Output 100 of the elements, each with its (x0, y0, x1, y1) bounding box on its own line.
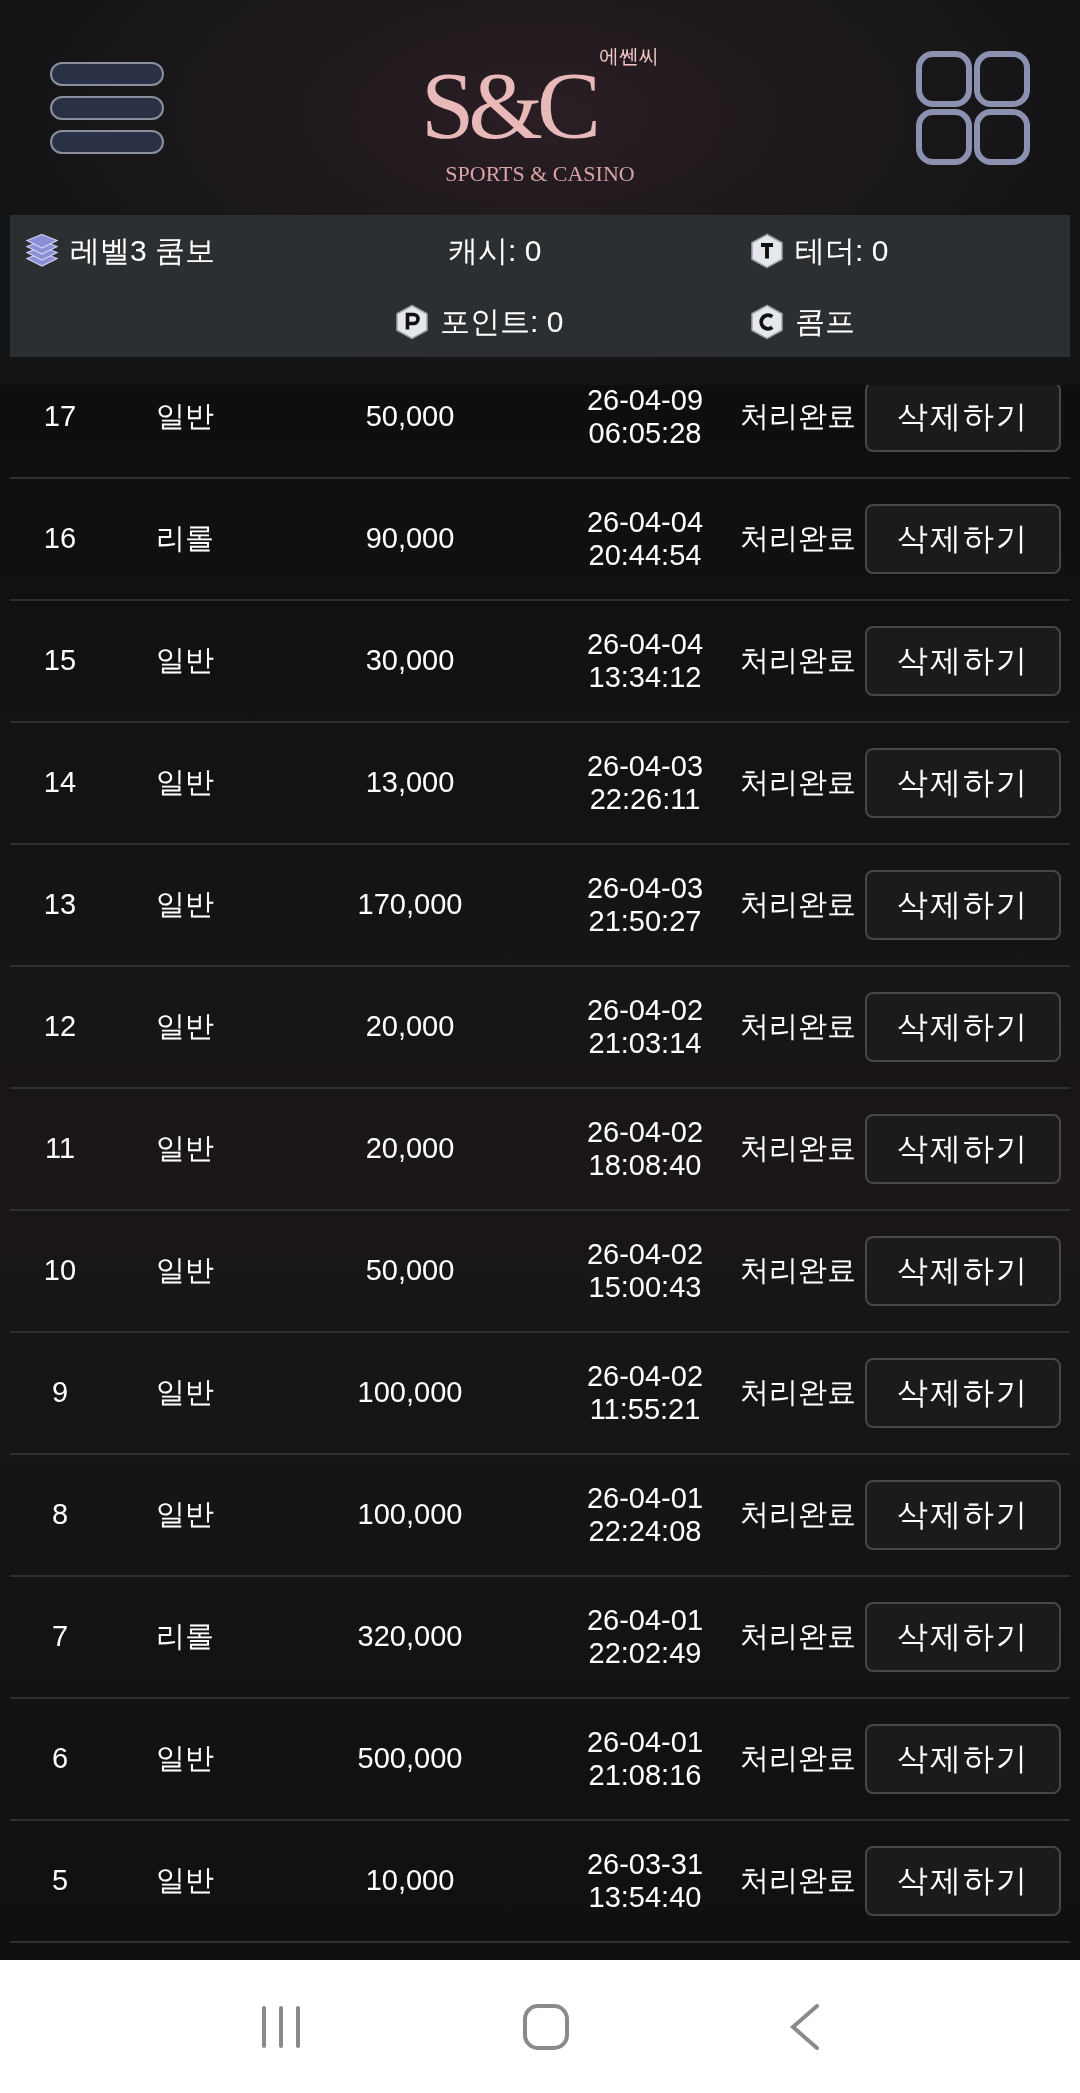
row-time: 21:08:16 (588, 1759, 702, 1793)
row-type: 일반 (155, 1131, 215, 1167)
row-number: 11 (43, 1131, 77, 1167)
delete-button[interactable]: 삭제하기 (865, 1358, 1061, 1428)
row-number: 14 (42, 765, 78, 801)
row-amount: 90,000 (364, 521, 456, 557)
delete-button[interactable]: 삭제하기 (865, 1846, 1061, 1916)
row-status: 처리완료 (738, 1375, 857, 1411)
row-date: 26-04-03 (586, 749, 704, 783)
delete-button[interactable]: 삭제하기 (865, 385, 1061, 452)
row-date: 26-04-03 (586, 871, 704, 905)
row-amount: 13,000 (364, 765, 456, 801)
row-status: 처리완료 (738, 887, 857, 923)
row-number: 5 (50, 1863, 70, 1899)
back-icon[interactable] (789, 2003, 820, 2050)
row-amount: 20,000 (364, 1009, 456, 1045)
row-number: 6 (50, 1741, 70, 1777)
delete-button[interactable]: 삭제하기 (865, 1724, 1061, 1794)
row-number: 7 (50, 1619, 70, 1655)
row-number: 8 (50, 1497, 70, 1533)
home-icon[interactable] (523, 2003, 569, 2050)
row-time: 22:26:11 (589, 783, 701, 817)
delete-button[interactable]: 삭제하기 (865, 870, 1061, 940)
delete-button[interactable]: 삭제하기 (865, 1114, 1061, 1184)
row-type: 리롤 (155, 521, 215, 557)
row-amount: 170,000 (356, 887, 464, 923)
row-type: 일반 (155, 1253, 215, 1289)
cash-label: 캐시: 0 (447, 233, 543, 269)
row-time: 13:34:12 (588, 661, 702, 695)
recent-apps-icon[interactable] (260, 2004, 303, 2049)
row-type: 일반 (155, 1497, 215, 1533)
row-time: 15:00:43 (588, 1271, 702, 1305)
comp-label: 콤프 (795, 304, 855, 340)
tether-icon (749, 232, 785, 269)
row-amount: 100,000 (356, 1375, 464, 1411)
grid-icon[interactable] (916, 50, 1030, 165)
row-status: 처리완료 (738, 1497, 857, 1533)
delete-button[interactable]: 삭제하기 (865, 992, 1061, 1062)
row-type: 일반 (155, 1009, 215, 1045)
row-type: 일반 (155, 765, 215, 801)
row-status: 처리완료 (738, 1131, 857, 1167)
row-time: 21:03:14 (588, 1027, 702, 1061)
row-number: 13 (42, 887, 78, 923)
row-status: 처리완료 (738, 643, 857, 679)
row-number: 12 (42, 1009, 78, 1045)
row-date: 26-04-04 (586, 627, 704, 661)
row-amount: 100,000 (356, 1497, 464, 1533)
row-number: 10 (42, 1253, 78, 1289)
row-time: 06:05:28 (588, 417, 702, 451)
row-time: 20:44:54 (588, 539, 702, 573)
row-type: 일반 (155, 1741, 215, 1777)
menu-icon[interactable] (50, 61, 164, 154)
row-status: 처리완료 (738, 399, 857, 435)
logo-mark: S&C (420, 62, 596, 150)
row-date: 26-03-31 (586, 1847, 704, 1881)
row-date: 26-04-01 (586, 1603, 704, 1637)
row-amount: 30,000 (364, 643, 456, 679)
row-status: 처리완료 (738, 1253, 857, 1289)
row-type: 일반 (155, 1863, 215, 1899)
row-date: 26-04-02 (586, 1115, 704, 1149)
row-time: 22:02:49 (588, 1637, 702, 1671)
comp-icon (749, 303, 785, 340)
row-type: 리롤 (155, 1619, 215, 1655)
row-amount: 20,000 (364, 1131, 456, 1167)
delete-button[interactable]: 삭제하기 (865, 626, 1061, 696)
row-status: 처리완료 (738, 1741, 857, 1777)
row-amount: 50,000 (364, 1253, 456, 1289)
logo-tagline: SPORTS & CASINO (445, 160, 635, 189)
row-date: 26-04-02 (586, 1237, 704, 1271)
row-date: 26-04-02 (586, 1359, 704, 1393)
level-label: 레벨3 쿰보 (70, 233, 216, 269)
row-status: 처리완료 (738, 1619, 857, 1655)
layers-icon (24, 232, 60, 269)
row-date: 26-04-04 (586, 505, 704, 539)
row-number: 15 (42, 643, 78, 679)
row-amount: 320,000 (356, 1619, 464, 1655)
delete-button[interactable]: 삭제하기 (865, 1480, 1061, 1550)
row-type: 일반 (155, 887, 215, 923)
row-amount: 500,000 (356, 1741, 464, 1777)
delete-button[interactable]: 삭제하기 (865, 1602, 1061, 1672)
row-time: 13:54:40 (588, 1881, 702, 1915)
delete-button[interactable]: 삭제하기 (865, 748, 1061, 818)
point-icon (394, 303, 430, 340)
row-date: 26-04-09 (586, 385, 704, 417)
row-number: 9 (50, 1375, 70, 1411)
delete-button[interactable]: 삭제하기 (865, 1236, 1061, 1306)
point-label: 포인트: 0 (440, 304, 564, 340)
row-status: 처리완료 (738, 1863, 857, 1899)
row-number: 17 (42, 399, 78, 435)
row-status: 처리완료 (738, 1009, 857, 1045)
row-date: 26-04-02 (586, 993, 704, 1027)
row-number: 16 (42, 521, 78, 557)
row-status: 처리완료 (738, 765, 857, 801)
tether-label: 테더: 0 (795, 233, 889, 269)
row-amount: 10,000 (364, 1863, 456, 1899)
delete-button[interactable]: 삭제하기 (865, 504, 1061, 574)
row-type: 일반 (155, 643, 215, 679)
row-time: 11:55:21 (589, 1393, 701, 1427)
row-amount: 50,000 (364, 399, 456, 435)
logo-korean: 에쎈씨 (599, 43, 660, 69)
